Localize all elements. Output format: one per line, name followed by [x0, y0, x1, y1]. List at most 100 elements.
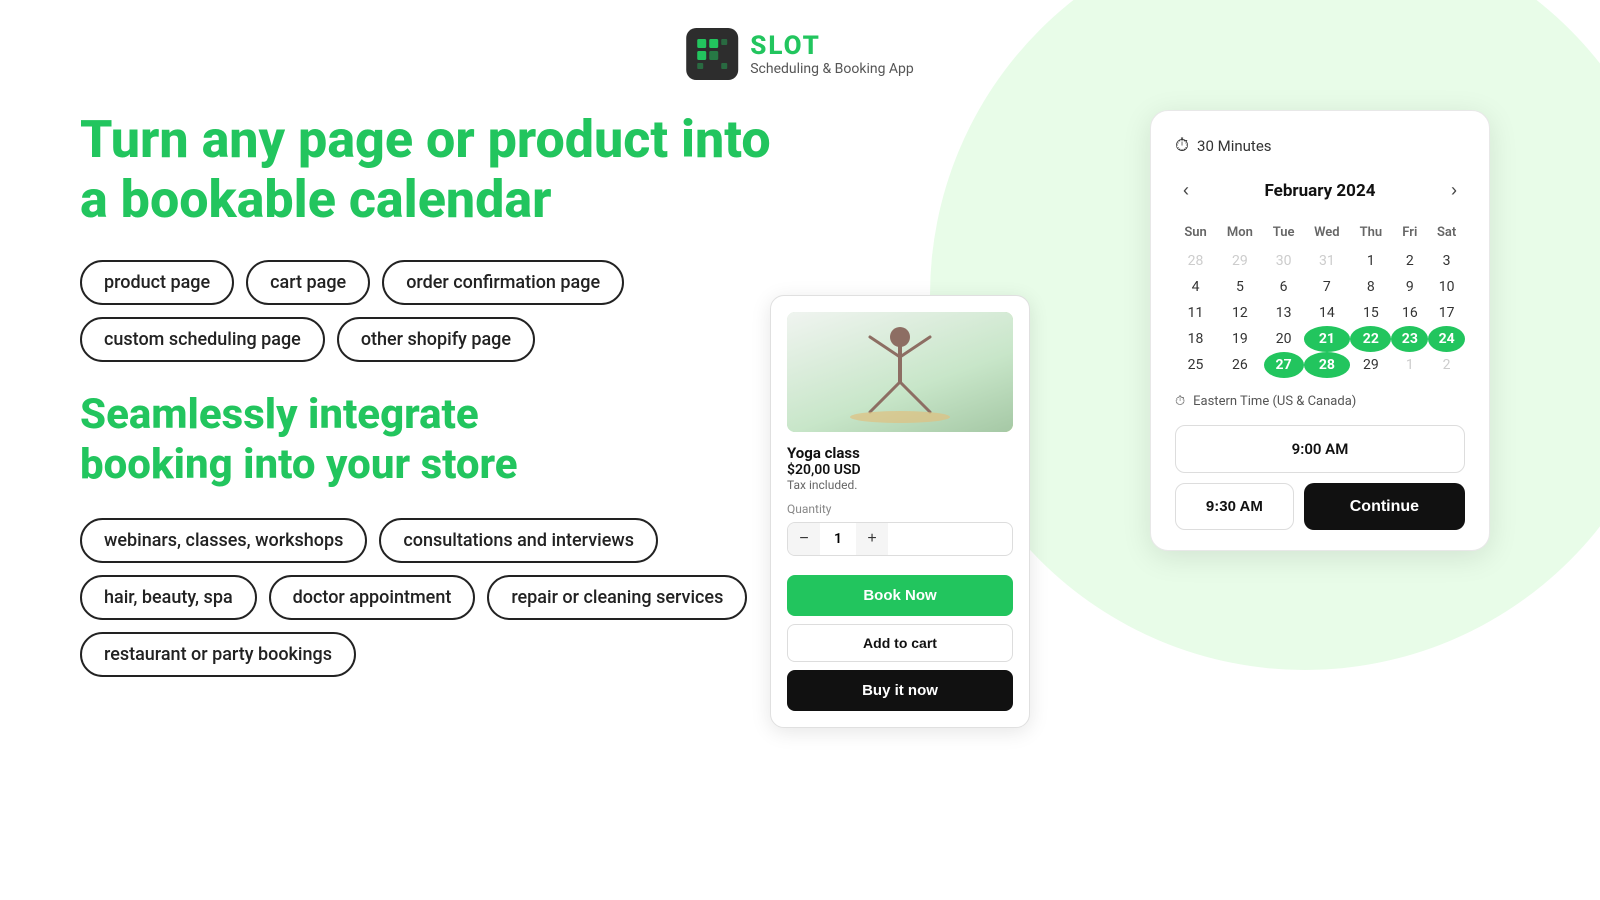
calendar-day[interactable]: 12 [1216, 300, 1264, 326]
calendar-widget: ⏱ 30 Minutes ‹ February 2024 › SunMonTue… [1150, 110, 1490, 551]
calendar-header: SunMonTueWedThuFriSat [1175, 221, 1465, 248]
tag-consultations: consultations and interviews [379, 518, 658, 563]
time-row: 9:30 AM Continue [1175, 483, 1465, 530]
timezone-clock-icon: ⏱ [1175, 394, 1185, 409]
calendar-day: 1 [1391, 352, 1428, 378]
use-case-tags: webinars, classes, workshops consultatio… [80, 518, 800, 677]
calendar-day[interactable]: 14 [1304, 300, 1351, 326]
calendar-day[interactable]: 9 [1391, 274, 1428, 300]
continue-button[interactable]: Continue [1304, 483, 1465, 530]
cal-day-header: Wed [1304, 221, 1351, 248]
timezone-label: Eastern Time (US & Canada) [1193, 394, 1356, 409]
timezone-row: ⏱ Eastern Time (US & Canada) [1175, 394, 1465, 409]
cal-day-header: Sat [1428, 221, 1465, 248]
calendar-day[interactable]: 21 [1304, 326, 1351, 352]
tag-doctor: doctor appointment [269, 575, 476, 620]
add-to-cart-button[interactable]: Add to cart [787, 624, 1013, 662]
tag-repair: repair or cleaning services [487, 575, 747, 620]
book-now-button[interactable]: Book Now [787, 575, 1013, 616]
quantity-increase-button[interactable]: + [856, 523, 888, 555]
calendar-week-row: 252627282912 [1175, 352, 1465, 378]
calendar-day[interactable]: 20 [1264, 326, 1304, 352]
product-name: Yoga class [787, 444, 1013, 462]
calendar-day[interactable]: 28 [1304, 352, 1351, 378]
calendar-day[interactable]: 6 [1264, 274, 1304, 300]
tag-product-page: product page [80, 260, 234, 305]
cal-day-header: Sun [1175, 221, 1216, 248]
calendar-day[interactable]: 19 [1216, 326, 1264, 352]
tag-restaurant: restaurant or party bookings [80, 632, 356, 677]
calendar-day[interactable]: 23 [1391, 326, 1428, 352]
calendar-day[interactable]: 22 [1350, 326, 1391, 352]
tag-cart-page: cart page [246, 260, 370, 305]
app-tagline: Scheduling & Booking App [750, 61, 914, 77]
page-type-tags: product page cart page order confirmatio… [80, 260, 800, 362]
calendar-day[interactable]: 29 [1350, 352, 1391, 378]
calendar-day[interactable]: 4 [1175, 274, 1216, 300]
duration-row: ⏱ 30 Minutes [1175, 135, 1465, 156]
calendar-day[interactable]: 24 [1428, 326, 1465, 352]
main-headline: Turn any page or product intoa bookable … [80, 110, 800, 230]
time-slot-930am-button[interactable]: 9:30 AM [1175, 483, 1294, 530]
calendar-day[interactable]: 18 [1175, 326, 1216, 352]
quantity-value: 1 [820, 531, 856, 547]
tag-beauty: hair, beauty, spa [80, 575, 257, 620]
calendar-month: February 2024 [1265, 181, 1376, 201]
clock-icon: ⏱ [1175, 135, 1189, 156]
cal-day-header: Thu [1350, 221, 1391, 248]
logo-text: SLOT Scheduling & Booking App [750, 31, 914, 77]
left-content: Turn any page or product intoa bookable … [80, 110, 800, 677]
calendar-day[interactable]: 2 [1391, 248, 1428, 274]
calendar-body: 2829303112345678910111213141516171819202… [1175, 248, 1465, 378]
product-price: $20,00 USD [787, 462, 1013, 478]
cal-day-header: Fri [1391, 221, 1428, 248]
cal-day-header: Mon [1216, 221, 1264, 248]
calendar-day[interactable]: 13 [1264, 300, 1304, 326]
calendar-day[interactable]: 7 [1304, 274, 1351, 300]
tag-webinars: webinars, classes, workshops [80, 518, 367, 563]
time-slot-9am[interactable]: 9:00 AM [1175, 425, 1465, 473]
product-image [787, 312, 1013, 432]
calendar-day: 28 [1175, 248, 1216, 274]
calendar-day[interactable]: 15 [1350, 300, 1391, 326]
calendar-day[interactable]: 3 [1428, 248, 1465, 274]
quantity-label: Quantity [787, 502, 1013, 516]
duration-label: 30 Minutes [1197, 137, 1271, 155]
calendar-week-row: 18192021222324 [1175, 326, 1465, 352]
quantity-decrease-button[interactable]: − [788, 523, 820, 555]
header: SLOT Scheduling & Booking App [686, 28, 914, 80]
product-card: Yoga class $20,00 USD Tax included. Quan… [770, 295, 1030, 728]
calendar-week-row: 11121314151617 [1175, 300, 1465, 326]
app-name: SLOT [750, 31, 914, 61]
tag-other-shopify: other shopify page [337, 317, 535, 362]
product-tax: Tax included. [787, 478, 1013, 492]
calendar-day[interactable]: 16 [1391, 300, 1428, 326]
calendar-grid: SunMonTueWedThuFriSat 282930311234567891… [1175, 221, 1465, 378]
calendar-day[interactable]: 10 [1428, 274, 1465, 300]
prev-month-button[interactable]: ‹ [1175, 176, 1197, 205]
calendar-day[interactable]: 27 [1264, 352, 1304, 378]
calendar-day[interactable]: 8 [1350, 274, 1391, 300]
calendar-day[interactable]: 5 [1216, 274, 1264, 300]
calendar-day[interactable]: 17 [1428, 300, 1465, 326]
tag-order-confirmation: order confirmation page [382, 260, 624, 305]
next-month-button[interactable]: › [1443, 176, 1465, 205]
calendar-day[interactable]: 1 [1350, 248, 1391, 274]
sub-headline: Seamlessly integratebooking into your st… [80, 390, 800, 491]
calendar-day[interactable]: 26 [1216, 352, 1264, 378]
calendar-week-row: 45678910 [1175, 274, 1465, 300]
calendar-nav: ‹ February 2024 › [1175, 176, 1465, 205]
calendar-day[interactable]: 11 [1175, 300, 1216, 326]
buy-it-now-button[interactable]: Buy it now [787, 670, 1013, 711]
calendar-day: 30 [1264, 248, 1304, 274]
calendar-day: 31 [1304, 248, 1351, 274]
quantity-control: − 1 + [787, 522, 1013, 556]
cal-day-header: Tue [1264, 221, 1304, 248]
calendar-day: 29 [1216, 248, 1264, 274]
calendar-week-row: 28293031123 [1175, 248, 1465, 274]
product-info: Yoga class $20,00 USD Tax included. [787, 444, 1013, 492]
logo-icon [686, 28, 738, 80]
yoga-image [787, 312, 1013, 432]
calendar-day[interactable]: 25 [1175, 352, 1216, 378]
calendar-day: 2 [1428, 352, 1465, 378]
